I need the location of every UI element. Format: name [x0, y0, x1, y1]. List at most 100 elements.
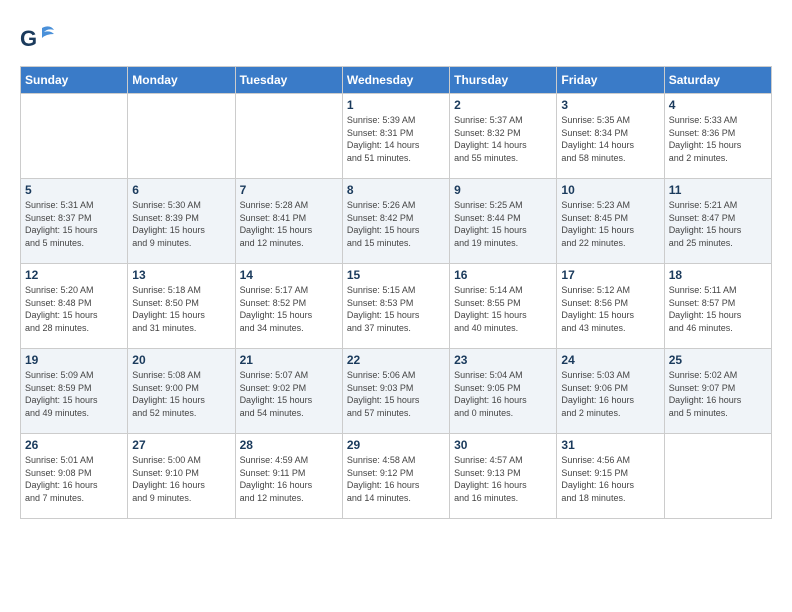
day-header-monday: Monday: [128, 67, 235, 94]
day-cell-27: 27 Sunrise: 5:00 AM Sunset: 9:10 PM Dayli…: [128, 434, 235, 519]
day-cell-4: 4 Sunrise: 5:33 AM Sunset: 8:36 PM Daylig…: [664, 94, 771, 179]
day-cell-13: 13 Sunrise: 5:18 AM Sunset: 8:50 PM Dayli…: [128, 264, 235, 349]
day-cell-7: 7 Sunrise: 5:28 AM Sunset: 8:41 PM Daylig…: [235, 179, 342, 264]
day-cell-5: 5 Sunrise: 5:31 AM Sunset: 8:37 PM Daylig…: [21, 179, 128, 264]
cell-content: Sunrise: 5:17 AM Sunset: 8:52 PM Dayligh…: [240, 284, 338, 334]
day-number: 5: [25, 183, 123, 197]
cell-content: Sunrise: 5:15 AM Sunset: 8:53 PM Dayligh…: [347, 284, 445, 334]
cell-content: Sunrise: 5:12 AM Sunset: 8:56 PM Dayligh…: [561, 284, 659, 334]
week-row-5: 26 Sunrise: 5:01 AM Sunset: 9:08 PM Dayli…: [21, 434, 772, 519]
day-number: 18: [669, 268, 767, 282]
day-number: 13: [132, 268, 230, 282]
cell-content: Sunrise: 5:28 AM Sunset: 8:41 PM Dayligh…: [240, 199, 338, 249]
day-number: 27: [132, 438, 230, 452]
cell-content: Sunrise: 5:06 AM Sunset: 9:03 PM Dayligh…: [347, 369, 445, 419]
cell-content: Sunrise: 5:21 AM Sunset: 8:47 PM Dayligh…: [669, 199, 767, 249]
day-cell-6: 6Sunrise: 5:30 AM Sunset: 8:39 PM Daylig…: [128, 179, 235, 264]
cell-content: Sunrise: 5:00 AM Sunset: 9:10 PM Dayligh…: [132, 454, 230, 504]
day-number: 25: [669, 353, 767, 367]
day-cell-19: 19 Sunrise: 5:09 AM Sunset: 8:59 PM Dayli…: [21, 349, 128, 434]
cell-content: Sunrise: 4:59 AM Sunset: 9:11 PM Dayligh…: [240, 454, 338, 504]
day-cell-11: 11 Sunrise: 5:21 AM Sunset: 8:47 PM Dayli…: [664, 179, 771, 264]
cell-content: Sunrise: 4:56 AM Sunset: 9:15 PM Dayligh…: [561, 454, 659, 504]
cell-content: Sunrise: 5:31 AM Sunset: 8:37 PM Dayligh…: [25, 199, 123, 249]
day-number: 14: [240, 268, 338, 282]
cell-content: Sunrise: 5:04 AM Sunset: 9:05 PM Dayligh…: [454, 369, 552, 419]
day-number: 15: [347, 268, 445, 282]
cell-content: Sunrise: 5:20 AM Sunset: 8:48 PM Dayligh…: [25, 284, 123, 334]
cell-content: Sunrise: 5:25 AM Sunset: 8:44 PM Dayligh…: [454, 199, 552, 249]
empty-cell: [128, 94, 235, 179]
cell-content: Sunrise: 5:09 AM Sunset: 8:59 PM Dayligh…: [25, 369, 123, 419]
day-number: 9: [454, 183, 552, 197]
cell-content: Sunrise: 5:18 AM Sunset: 8:50 PM Dayligh…: [132, 284, 230, 334]
empty-cell: [664, 434, 771, 519]
day-number: 17: [561, 268, 659, 282]
day-cell-30: 30 Sunrise: 4:57 AM Sunset: 9:13 PM Dayli…: [450, 434, 557, 519]
cell-content: Sunrise: 5:33 AM Sunset: 8:36 PM Dayligh…: [669, 114, 767, 164]
day-cell-2: 2 Sunrise: 5:37 AM Sunset: 8:32 PM Daylig…: [450, 94, 557, 179]
cell-content: Sunrise: 5:03 AM Sunset: 9:06 PM Dayligh…: [561, 369, 659, 419]
cell-content: Sunrise: 5:37 AM Sunset: 8:32 PM Dayligh…: [454, 114, 552, 164]
day-number: 26: [25, 438, 123, 452]
day-cell-3: 3Sunrise: 5:35 AM Sunset: 8:34 PM Daylig…: [557, 94, 664, 179]
day-cell-15: 15 Sunrise: 5:15 AM Sunset: 8:53 PM Dayli…: [342, 264, 449, 349]
day-cell-31: 31 Sunrise: 4:56 AM Sunset: 9:15 PM Dayli…: [557, 434, 664, 519]
day-number: 31: [561, 438, 659, 452]
empty-cell: [235, 94, 342, 179]
week-row-2: 5 Sunrise: 5:31 AM Sunset: 8:37 PM Daylig…: [21, 179, 772, 264]
day-number: 20: [132, 353, 230, 367]
day-cell-8: 8 Sunrise: 5:26 AM Sunset: 8:42 PM Daylig…: [342, 179, 449, 264]
day-cell-28: 28 Sunrise: 4:59 AM Sunset: 9:11 PM Dayli…: [235, 434, 342, 519]
week-row-3: 12 Sunrise: 5:20 AM Sunset: 8:48 PM Dayli…: [21, 264, 772, 349]
cell-content: Sunrise: 5:08 AM Sunset: 9:00 PM Dayligh…: [132, 369, 230, 419]
cell-content: Sunrise: 5:14 AM Sunset: 8:55 PM Dayligh…: [454, 284, 552, 334]
cell-content: Sunrise: 5:26 AM Sunset: 8:42 PM Dayligh…: [347, 199, 445, 249]
day-number: 8: [347, 183, 445, 197]
calendar-table: SundayMondayTuesdayWednesdayThursdayFrid…: [20, 66, 772, 519]
day-number: 11: [669, 183, 767, 197]
cell-content: Sunrise: 5:23 AM Sunset: 8:45 PM Dayligh…: [561, 199, 659, 249]
day-number: 19: [25, 353, 123, 367]
day-number: 6: [132, 183, 230, 197]
day-header-tuesday: Tuesday: [235, 67, 342, 94]
header-row: SundayMondayTuesdayWednesdayThursdayFrid…: [21, 67, 772, 94]
day-cell-24: 24Sunrise: 5:03 AM Sunset: 9:06 PM Dayli…: [557, 349, 664, 434]
day-cell-29: 29 Sunrise: 4:58 AM Sunset: 9:12 PM Dayli…: [342, 434, 449, 519]
day-header-saturday: Saturday: [664, 67, 771, 94]
cell-content: Sunrise: 4:58 AM Sunset: 9:12 PM Dayligh…: [347, 454, 445, 504]
day-number: 16: [454, 268, 552, 282]
cell-content: Sunrise: 5:02 AM Sunset: 9:07 PM Dayligh…: [669, 369, 767, 419]
day-number: 4: [669, 98, 767, 112]
day-number: 10: [561, 183, 659, 197]
day-cell-17: 17 Sunrise: 5:12 AM Sunset: 8:56 PM Dayli…: [557, 264, 664, 349]
day-number: 1: [347, 98, 445, 112]
day-cell-16: 16 Sunrise: 5:14 AM Sunset: 8:55 PM Dayli…: [450, 264, 557, 349]
day-cell-18: 18Sunrise: 5:11 AM Sunset: 8:57 PM Dayli…: [664, 264, 771, 349]
day-cell-25: 25 Sunrise: 5:02 AM Sunset: 9:07 PM Dayli…: [664, 349, 771, 434]
cell-content: Sunrise: 4:57 AM Sunset: 9:13 PM Dayligh…: [454, 454, 552, 504]
day-cell-22: 22Sunrise: 5:06 AM Sunset: 9:03 PM Dayli…: [342, 349, 449, 434]
cell-content: Sunrise: 5:01 AM Sunset: 9:08 PM Dayligh…: [25, 454, 123, 504]
day-cell-9: 9 Sunrise: 5:25 AM Sunset: 8:44 PM Daylig…: [450, 179, 557, 264]
day-header-friday: Friday: [557, 67, 664, 94]
svg-text:G: G: [20, 26, 37, 51]
day-number: 30: [454, 438, 552, 452]
day-number: 21: [240, 353, 338, 367]
day-number: 23: [454, 353, 552, 367]
day-cell-26: 26 Sunrise: 5:01 AM Sunset: 9:08 PM Dayli…: [21, 434, 128, 519]
day-number: 28: [240, 438, 338, 452]
empty-cell: [21, 94, 128, 179]
day-cell-12: 12 Sunrise: 5:20 AM Sunset: 8:48 PM Dayli…: [21, 264, 128, 349]
day-number: 29: [347, 438, 445, 452]
day-cell-14: 14 Sunrise: 5:17 AM Sunset: 8:52 PM Dayli…: [235, 264, 342, 349]
day-number: 2: [454, 98, 552, 112]
day-number: 12: [25, 268, 123, 282]
day-number: 7: [240, 183, 338, 197]
week-row-1: 1Sunrise: 5:39 AM Sunset: 8:31 PM Daylig…: [21, 94, 772, 179]
day-cell-1: 1Sunrise: 5:39 AM Sunset: 8:31 PM Daylig…: [342, 94, 449, 179]
day-header-sunday: Sunday: [21, 67, 128, 94]
day-cell-20: 20 Sunrise: 5:08 AM Sunset: 9:00 PM Dayli…: [128, 349, 235, 434]
logo: G: [20, 20, 60, 56]
day-cell-10: 10 Sunrise: 5:23 AM Sunset: 8:45 PM Dayli…: [557, 179, 664, 264]
